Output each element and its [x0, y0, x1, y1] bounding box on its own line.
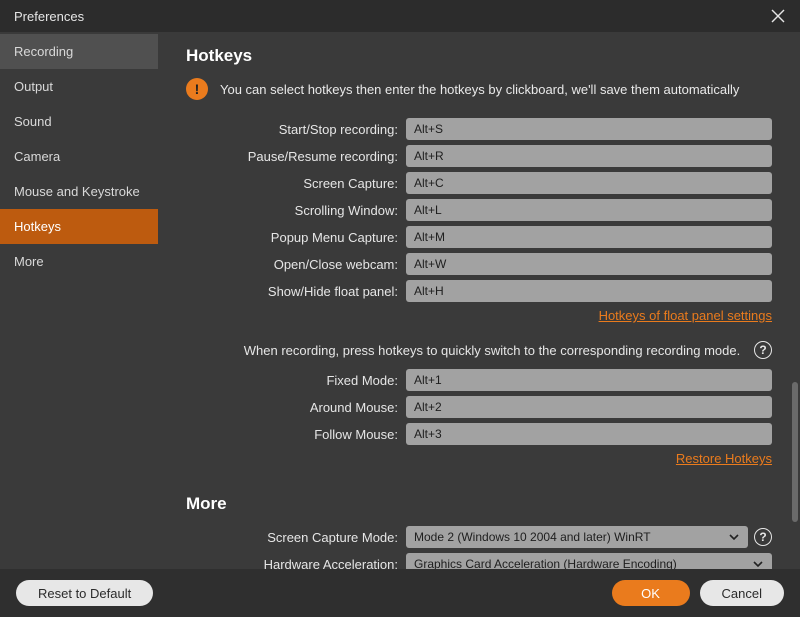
float-link-row: Hotkeys of float panel settings — [186, 307, 772, 325]
row-start-stop: Start/Stop recording: — [186, 118, 772, 140]
label-webcam: Open/Close webcam: — [186, 257, 406, 272]
label-hw-accel: Hardware Acceleration: — [186, 557, 406, 570]
select-capture-mode-value: Mode 2 (Windows 10 2004 and later) WinRT — [414, 530, 651, 544]
label-screen-capture: Screen Capture: — [186, 176, 406, 191]
sidebar: Recording Output Sound Camera Mouse and … — [0, 32, 158, 569]
sidebar-item-mouse-keystroke[interactable]: Mouse and Keystroke — [0, 174, 158, 209]
reset-button-label: Reset to Default — [38, 586, 131, 601]
content-wrap: Hotkeys ! You can select hotkeys then en… — [158, 32, 800, 569]
input-scrolling-window[interactable] — [406, 199, 772, 221]
sidebar-item-label: Output — [14, 79, 53, 94]
input-popup-menu[interactable] — [406, 226, 772, 248]
ok-button-label: OK — [641, 586, 660, 601]
reset-button[interactable]: Reset to Default — [16, 580, 153, 606]
scrollbar-thumb[interactable] — [792, 382, 798, 522]
alert-icon: ! — [186, 78, 208, 100]
window-title: Preferences — [14, 9, 84, 24]
input-around-mouse[interactable] — [406, 396, 772, 418]
row-webcam: Open/Close webcam: — [186, 253, 772, 275]
input-webcam[interactable] — [406, 253, 772, 275]
restore-hotkeys-link[interactable]: Restore Hotkeys — [676, 451, 772, 466]
input-fixed-mode[interactable] — [406, 369, 772, 391]
mode-note-text: When recording, press hotkeys to quickly… — [186, 343, 748, 358]
label-around-mouse: Around Mouse: — [186, 400, 406, 415]
sidebar-item-label: Recording — [14, 44, 73, 59]
select-hw-accel[interactable]: Graphics Card Acceleration (Hardware Enc… — [406, 553, 772, 569]
titlebar: Preferences — [0, 0, 800, 32]
sidebar-item-label: Mouse and Keystroke — [14, 184, 140, 199]
preferences-window: Preferences Recording Output Sound Camer… — [0, 0, 800, 617]
label-follow-mouse: Follow Mouse: — [186, 427, 406, 442]
input-follow-mouse[interactable] — [406, 423, 772, 445]
label-fixed-mode: Fixed Mode: — [186, 373, 406, 388]
help-icon[interactable]: ? — [754, 341, 772, 359]
close-icon[interactable] — [770, 8, 786, 24]
main-area: Recording Output Sound Camera Mouse and … — [0, 32, 800, 569]
input-start-stop[interactable] — [406, 118, 772, 140]
sidebar-item-label: Sound — [14, 114, 52, 129]
select-hw-accel-value: Graphics Card Acceleration (Hardware Enc… — [414, 557, 677, 569]
footer: Reset to Default OK Cancel — [0, 569, 800, 617]
row-float-panel: Show/Hide float panel: — [186, 280, 772, 302]
label-float-panel: Show/Hide float panel: — [186, 284, 406, 299]
sidebar-item-hotkeys[interactable]: Hotkeys — [0, 209, 158, 244]
label-capture-mode: Screen Capture Mode: — [186, 530, 406, 545]
sidebar-item-output[interactable]: Output — [0, 69, 158, 104]
cancel-button[interactable]: Cancel — [700, 580, 784, 606]
content-scroll[interactable]: Hotkeys ! You can select hotkeys then en… — [158, 32, 800, 569]
ok-button[interactable]: OK — [612, 580, 690, 606]
sidebar-item-camera[interactable]: Camera — [0, 139, 158, 174]
row-capture-mode: Screen Capture Mode: Mode 2 (Windows 10 … — [186, 526, 772, 548]
select-capture-mode[interactable]: Mode 2 (Windows 10 2004 and later) WinRT — [406, 526, 748, 548]
hotkeys-note: You can select hotkeys then enter the ho… — [220, 82, 739, 97]
label-pause-resume: Pause/Resume recording: — [186, 149, 406, 164]
cancel-button-label: Cancel — [722, 586, 762, 601]
float-panel-settings-link[interactable]: Hotkeys of float panel settings — [599, 308, 772, 323]
hotkeys-heading: Hotkeys — [186, 46, 772, 66]
chevron-down-icon — [728, 531, 740, 543]
restore-link-row: Restore Hotkeys — [186, 450, 772, 468]
label-start-stop: Start/Stop recording: — [186, 122, 406, 137]
sidebar-item-sound[interactable]: Sound — [0, 104, 158, 139]
row-popup-menu: Popup Menu Capture: — [186, 226, 772, 248]
sidebar-item-label: Hotkeys — [14, 219, 61, 234]
row-scrolling-window: Scrolling Window: — [186, 199, 772, 221]
sidebar-item-label: Camera — [14, 149, 60, 164]
sidebar-item-more[interactable]: More — [0, 244, 158, 279]
more-heading: More — [186, 494, 772, 514]
row-follow-mouse: Follow Mouse: — [186, 423, 772, 445]
mode-note-row: When recording, press hotkeys to quickly… — [186, 341, 772, 359]
row-around-mouse: Around Mouse: — [186, 396, 772, 418]
row-pause-resume: Pause/Resume recording: — [186, 145, 772, 167]
row-hw-accel: Hardware Acceleration: Graphics Card Acc… — [186, 553, 772, 569]
sidebar-item-label: More — [14, 254, 44, 269]
input-screen-capture[interactable] — [406, 172, 772, 194]
row-fixed-mode: Fixed Mode: — [186, 369, 772, 391]
label-popup-menu: Popup Menu Capture: — [186, 230, 406, 245]
hotkeys-note-row: ! You can select hotkeys then enter the … — [186, 78, 772, 100]
chevron-down-icon — [752, 558, 764, 569]
sidebar-item-recording[interactable]: Recording — [0, 34, 158, 69]
input-float-panel[interactable] — [406, 280, 772, 302]
row-screen-capture: Screen Capture: — [186, 172, 772, 194]
label-scrolling-window: Scrolling Window: — [186, 203, 406, 218]
input-pause-resume[interactable] — [406, 145, 772, 167]
help-icon[interactable]: ? — [754, 528, 772, 546]
